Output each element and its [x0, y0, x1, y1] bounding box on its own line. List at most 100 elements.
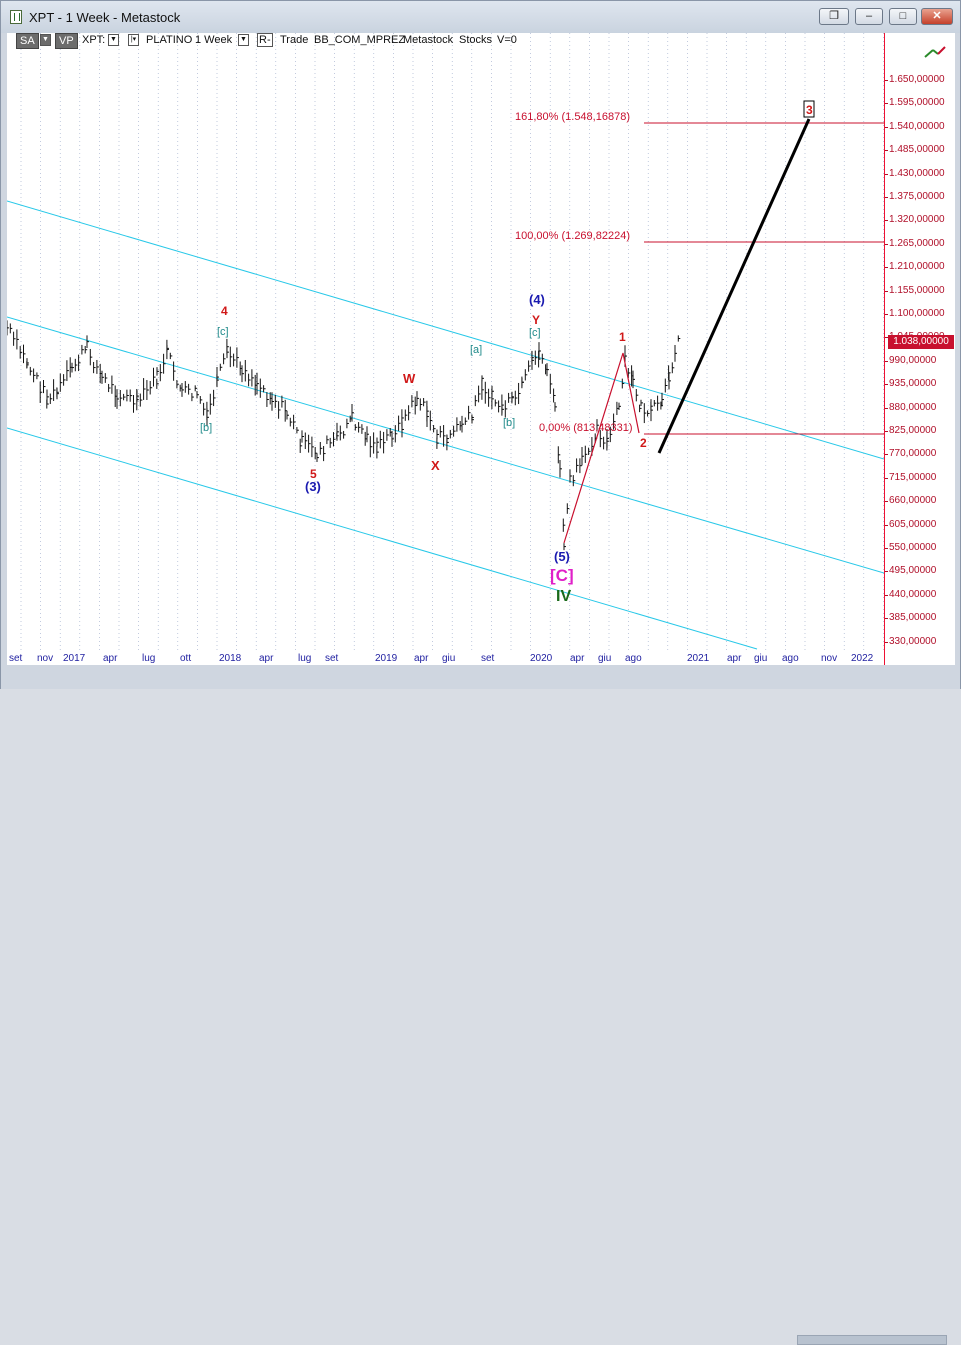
price-chart[interactable]: 161,80% (1.548,16878) 100,00% (1.269,822… — [7, 33, 884, 665]
status-bar — [1, 665, 960, 1345]
wave-zigzag-line — [563, 352, 640, 544]
vp-button[interactable]: VP — [55, 33, 78, 49]
price-axis[interactable]: 1.650,00000 1.595,00000 1.540,00000 1.485,0… — [884, 33, 955, 665]
fibonacci-levels — [644, 122, 884, 435]
wave-label: 1 — [619, 330, 626, 344]
metastock-window: XPT - 1 Week - Metastock ❐ – □ ✕ 161,80%… — [0, 0, 961, 1345]
minimize-button[interactable]: – — [855, 8, 883, 25]
price-tick-label: 1.155,00000 — [885, 284, 945, 296]
time-tick-label: apr — [570, 653, 585, 664]
wave-label: IV — [556, 588, 571, 605]
app-icon — [10, 10, 22, 24]
instrument-name: PLATINO — [146, 34, 193, 46]
time-tick-label: 2020 — [530, 653, 553, 664]
time-tick-label: 2018 — [219, 653, 242, 664]
wave-label: [c] — [529, 327, 541, 339]
time-tick-label: set — [325, 653, 339, 664]
category-label: Stocks — [459, 34, 493, 46]
wave-label: W — [403, 371, 416, 386]
time-tick-label: 2019 — [375, 653, 398, 664]
price-tick-label: 1.485,00000 — [885, 144, 945, 156]
price-tick-label: 880,00000 — [884, 401, 937, 413]
time-tick-label: nov — [821, 653, 838, 664]
time-tick-label: apr — [103, 653, 118, 664]
time-tick-label: 2021 — [687, 653, 710, 664]
time-tick-label: set — [481, 653, 495, 664]
time-tick-label: lug — [142, 653, 156, 664]
fib-161-label: 161,80% (1.548,16878) — [515, 111, 630, 123]
r-dropdown[interactable]: R- — [257, 33, 273, 47]
sa-button[interactable]: SA — [16, 33, 39, 49]
price-tick-label: 1.320,00000 — [885, 214, 945, 226]
price-tick-label: 1.375,00000 — [885, 191, 945, 202]
projection-line — [657, 118, 811, 454]
name-dropdown-icon[interactable]: |▾ — [128, 34, 139, 46]
wave-label: 4 — [221, 304, 228, 318]
time-tick-label: nov — [37, 653, 54, 664]
wave-label: (5) — [554, 549, 570, 564]
time-tick-label: giu — [442, 653, 456, 664]
wave-label: [a] — [470, 344, 482, 356]
symbol-label: XPT: — [82, 34, 106, 46]
title-bar[interactable]: XPT - 1 Week - Metastock ❐ – □ ✕ — [1, 1, 960, 33]
price-tick-label: 1.430,00000 — [885, 167, 945, 179]
time-tick-label: ott — [180, 653, 192, 664]
wave-label: 2 — [640, 436, 647, 450]
indicator-label: BB_COM_MPREZ — [314, 34, 406, 46]
wave-labels: 4 [c] [b] 5 (3) W X [a] [b] (4) Y [c] (5… — [200, 292, 647, 605]
maximize-button[interactable]: □ — [889, 8, 917, 25]
price-tick-label: 495,00000 — [884, 565, 937, 577]
price-tick-label: 330,00000 — [884, 635, 937, 647]
wave-label: [c] — [217, 326, 229, 338]
current-price-tag: 1.038,00000 — [888, 335, 954, 349]
price-tick-label: 1.540,00000 — [885, 120, 945, 132]
price-bars — [7, 320, 681, 551]
interval-label: 1 Week — [195, 34, 233, 46]
wave-label: [b] — [200, 422, 212, 434]
symbol-dropdown-icon[interactable]: ▼ — [108, 34, 119, 46]
price-tick-label: 825,00000 — [884, 425, 937, 436]
horizontal-scrollbar[interactable] — [797, 1335, 947, 1345]
time-tick-label: 2022 — [851, 653, 874, 664]
price-tick-label: 1.100,00000 — [885, 308, 945, 319]
price-tick-label: 990,00000 — [884, 354, 937, 366]
chart-toolbar: SA ▼ VP XPT: ▼ |▾ PLATINO 1 Week ▼ R- Tr… — [12, 33, 883, 49]
sa-dropdown-icon[interactable]: ▼ — [40, 34, 51, 46]
wave-label: (4) — [529, 292, 545, 307]
price-tick-label: 440,00000 — [884, 588, 937, 600]
channel-lower-line — [7, 427, 758, 650]
time-tick-label: set — [9, 653, 23, 664]
window-title: XPT - 1 Week - Metastock — [29, 10, 181, 25]
restore-chart-button[interactable]: ❐ — [819, 8, 849, 25]
wave-label-3: 3 — [806, 103, 813, 117]
time-tick-label: ago — [625, 653, 642, 664]
trend-tool-icon[interactable] — [924, 45, 946, 59]
mode-label: Trade — [280, 34, 309, 46]
wave-label: [b] — [503, 417, 515, 429]
chart-area[interactable]: 161,80% (1.548,16878) 100,00% (1.269,822… — [7, 33, 884, 665]
time-tick-label: ago — [782, 653, 799, 664]
price-tick-label: 770,00000 — [884, 448, 937, 460]
close-button[interactable]: ✕ — [921, 8, 953, 25]
time-tick-label: apr — [414, 653, 429, 664]
time-grid — [20, 33, 884, 651]
fib-0-label: 0,00% (813,48331) — [539, 422, 633, 434]
time-tick-label: giu — [598, 653, 612, 664]
volume-label: V=0 — [497, 34, 517, 46]
price-tick-label: 715,00000 — [884, 471, 937, 483]
wave-label: (3) — [305, 479, 321, 494]
price-tick-label: 605,00000 — [884, 518, 937, 530]
price-tick-label: 660,00000 — [884, 495, 937, 507]
price-tick-label: 550,00000 — [884, 542, 937, 553]
time-tick-label: lug — [298, 653, 312, 664]
price-tick-label: 1.265,00000 — [885, 237, 945, 249]
source-label: Metastock — [403, 34, 454, 46]
price-tick-label: 1.650,00000 — [885, 74, 945, 85]
wave-label: [C] — [550, 566, 574, 585]
price-tick-label: 1.210,00000 — [885, 261, 945, 273]
fib-100-label: 100,00% (1.269,82224) — [515, 230, 630, 242]
interval-dropdown-icon[interactable]: ▼ — [238, 34, 249, 46]
time-axis[interactable]: set nov 2017 apr lug ott 2018 apr lug set 2019 apr g… — [7, 651, 884, 665]
price-tick-label: 385,00000 — [884, 612, 937, 624]
time-tick-label: apr — [259, 653, 274, 664]
